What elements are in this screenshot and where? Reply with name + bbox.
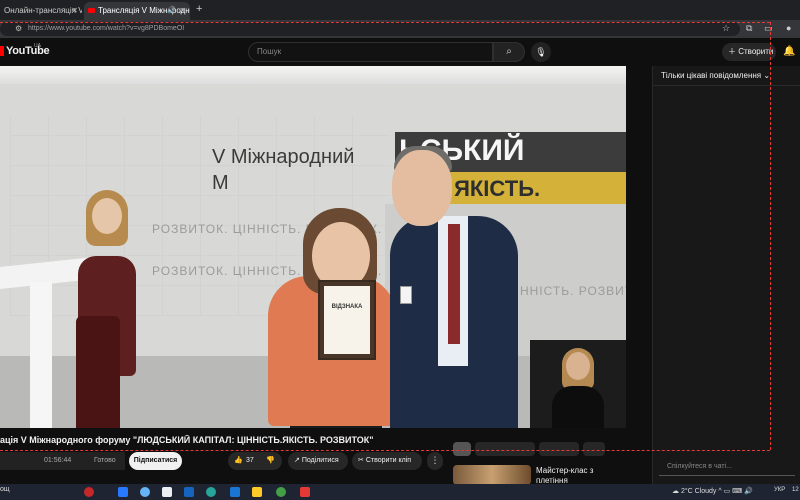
sign-language-inset [530, 340, 626, 428]
clock[interactable]: 12 [792, 487, 799, 493]
browser-tab-bar: Онлайн-трансляція V Міжн ✕ Трансляція V … [0, 0, 800, 20]
official-tie [448, 224, 460, 344]
create-label: Створити [738, 47, 774, 56]
region-code: UA [34, 43, 41, 49]
url-field[interactable]: ⚙ https://www.youtube.com/watch?v=vg8PDB… [0, 22, 740, 36]
diploma-title: ВІДЗНАКА [331, 304, 363, 310]
scissors-icon: ✂ [358, 457, 366, 464]
start-icon[interactable] [118, 487, 128, 497]
close-icon[interactable]: ✕ [71, 2, 78, 20]
subscribe-button[interactable]: Підписатися [129, 452, 182, 470]
time-readout: 01:56:44 [44, 457, 72, 464]
video-player[interactable]: V Міжнародний М РОЗВИТОК. ЦІННІСТЬ. РОЗВ… [0, 66, 626, 428]
ceiling-lights [0, 66, 626, 84]
sidepanel-icon[interactable]: ▭ [764, 23, 773, 34]
chat-filter-dropdown[interactable]: Тільки цікаві повідомлення ⌄ [653, 66, 800, 86]
weather-widget[interactable]: ☁ 2°C Cloudy ^ ▭ ⌨ 🔊 [672, 487, 753, 495]
selection-outline-top [0, 22, 770, 23]
recommended-video-thumbnail[interactable] [453, 465, 531, 485]
notifications-bell-icon[interactable]: 🔔 [783, 46, 795, 57]
chip[interactable] [583, 442, 605, 456]
taskbar-label: ощ [0, 486, 10, 493]
word-icon[interactable] [230, 487, 240, 497]
name-badge [400, 286, 412, 304]
edge-icon[interactable] [206, 487, 216, 497]
file-manager-icon[interactable] [162, 487, 172, 497]
share-button[interactable]: ↗ Поділитися [288, 452, 348, 470]
chrome-icon[interactable] [276, 487, 286, 497]
voice-search-button[interactable]: 🎙 [531, 42, 551, 62]
more-actions-button[interactable]: ⋮ [427, 452, 443, 470]
live-chat-panel: Тільки цікаві повідомлення ⌄ Координацій… [652, 66, 800, 484]
like-count: 37 [246, 457, 254, 464]
presenter-face [92, 198, 122, 234]
thumbs-up-icon[interactable]: 👍 [234, 452, 243, 470]
selection-outline-bottom [0, 450, 770, 451]
chip[interactable] [475, 442, 535, 456]
site-settings-icon[interactable]: ⚙ [15, 22, 22, 36]
chip[interactable] [453, 442, 471, 456]
banner-text: V Міжнародний [212, 146, 355, 168]
thumbs-down-icon[interactable]: 👎 [266, 452, 275, 470]
chip[interactable] [539, 442, 579, 456]
share-label: Поділитися [301, 457, 339, 464]
holiday-widget-icon[interactable] [84, 487, 94, 497]
microphone-icon: 🎙 [535, 47, 547, 57]
search-button[interactable]: ⌕ [493, 42, 525, 62]
selection-outline-right [770, 22, 771, 450]
chat-header: Тільки цікаві повідомлення [661, 71, 762, 80]
clip-button[interactable]: ✂ Створити кліп [352, 452, 422, 470]
recommendation-chips [453, 442, 623, 460]
app-icon[interactable] [300, 487, 310, 497]
youtube-favicon-icon [88, 8, 95, 13]
language-indicator[interactable]: УКР [774, 487, 785, 493]
chat-input[interactable]: Спілкуйтеся в чаті... [659, 458, 795, 476]
search-input[interactable]: Пошук [248, 42, 493, 62]
speaker-icon[interactable]: 🔊 [167, 2, 176, 20]
create-button[interactable]: ＋ Створити [722, 43, 776, 61]
tab-label: Онлайн-трансляція V Міжн [4, 6, 82, 15]
plus-icon: ＋ [728, 47, 739, 56]
folder-icon[interactable] [252, 487, 262, 497]
recommended-video-title[interactable]: Майстер-клас з плетіння [536, 466, 626, 486]
browser-tab[interactable]: Онлайн-трансляція V Міжн ✕ [0, 2, 82, 20]
clip-label: Створити кліп [365, 457, 412, 464]
windows-taskbar: ощ ☁ 2°C Cloudy ^ ▭ ⌨ 🔊 УКР 12 [0, 484, 800, 500]
player-progress-strip: 01:56:44 Готово [0, 452, 125, 470]
youtube-logo[interactable]: YouTube [6, 45, 50, 57]
bookmark-star-icon[interactable]: ☆ [722, 23, 730, 34]
banner-text: М [212, 172, 229, 194]
like-dislike-group[interactable]: 👍 37 👎 [228, 452, 282, 470]
url-text: https://www.youtube.com/watch?v=vg8PDBom… [28, 25, 185, 32]
official-face [392, 150, 452, 226]
presenter-skirt [76, 316, 120, 428]
outlook-icon[interactable] [184, 487, 194, 497]
youtube-logo-icon[interactable] [0, 46, 4, 56]
search-icon: ⌕ [506, 46, 512, 57]
copilot-icon[interactable] [140, 487, 150, 497]
share-icon: ↗ [294, 457, 302, 464]
new-tab-button[interactable]: + [196, 3, 202, 15]
status-label: Готово [94, 457, 116, 464]
profile-icon[interactable]: ● [786, 23, 791, 33]
award-diploma: ВІДЗНАКА [318, 280, 376, 360]
browser-tab-active[interactable]: Трансляція V Міжнародн 🔊 ✕ [84, 2, 190, 20]
close-icon[interactable]: ✕ [179, 2, 186, 20]
weather-text: 2°C Cloudy [680, 488, 717, 495]
extensions-icon[interactable]: ⧉ [746, 23, 752, 34]
youtube-header: YouTube UA Пошук ⌕ 🎙 ＋ Створити 🔔 [0, 38, 800, 66]
